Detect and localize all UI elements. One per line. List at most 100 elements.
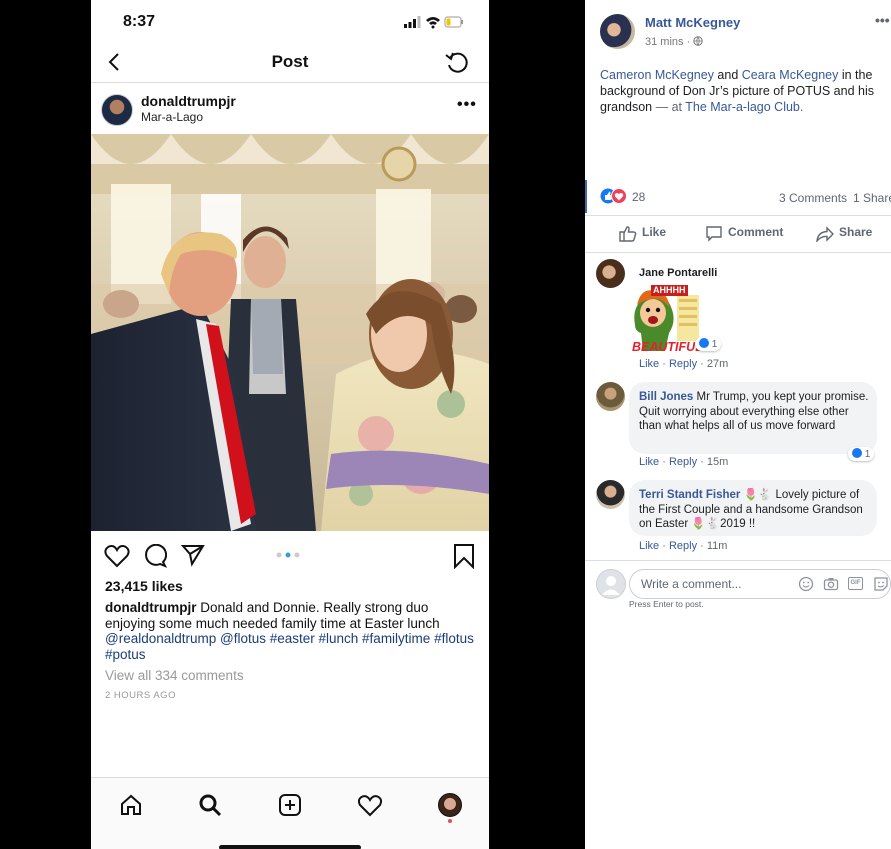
share-arrow-icon[interactable]: [816, 226, 834, 242]
focus-bar: [585, 180, 587, 213]
post-actions: [91, 531, 489, 577]
comment-time: 11m: [706, 540, 728, 552]
comment-reply-link[interactable]: Reply: [669, 358, 697, 370]
send-icon[interactable]: [181, 543, 205, 567]
refresh-icon[interactable]: [443, 49, 471, 77]
profile-avatar[interactable]: [438, 793, 462, 817]
status-bar: 8:37: [91, 0, 489, 44]
comment-reaction-pill[interactable]: 1: [848, 447, 875, 461]
instagram-screen: 8:37 Post donaldtrumpjr Mar-a-Lago ••• 2…: [91, 0, 489, 849]
comment-like-link[interactable]: Like: [639, 358, 659, 370]
view-all-comments-link[interactable]: View all 334 comments: [105, 668, 244, 683]
avatar: [596, 569, 626, 599]
comment-input[interactable]: Write a comment... GIF: [629, 569, 891, 599]
status-icons: [404, 16, 463, 29]
comment-meta: Like · Reply · 11m: [639, 540, 728, 552]
share-count[interactable]: 1 Share: [853, 191, 891, 205]
home-icon[interactable]: [119, 793, 143, 817]
comment-placeholder: Write a comment...: [641, 577, 742, 591]
post-text-at: — at: [652, 100, 686, 114]
default-user-icon: [602, 576, 620, 595]
post-author[interactable]: Matt McKegney: [645, 15, 740, 30]
caption-username[interactable]: donaldtrumpjr: [105, 600, 197, 615]
post-timestamp: 2 HOURS AGO: [105, 690, 176, 701]
comment-body: Bill Jones Mr Trump, you kept your promi…: [639, 390, 871, 434]
carousel-dots: [276, 552, 300, 558]
facebook-post: Matt McKegney 31 mins · ••• Cameron McKe…: [585, 0, 891, 849]
page-title: Post: [271, 52, 309, 71]
tag-cameron[interactable]: Cameron McKegney: [600, 68, 714, 82]
like-reaction-icon: [699, 338, 709, 348]
caption-tags[interactable]: @realdonaldtrump @flotus #easter #lunch …: [105, 631, 474, 662]
search-icon[interactable]: [198, 793, 222, 817]
heart-icon[interactable]: [104, 544, 130, 568]
add-post-icon[interactable]: [278, 793, 302, 817]
activity-heart-icon[interactable]: [357, 794, 383, 818]
avatar[interactable]: [596, 480, 625, 509]
comment-body: Terri Standt Fisher 🌷🐇 Lovely picture of…: [639, 488, 871, 532]
notification-dot: [448, 819, 452, 823]
commenter-name[interactable]: Terri Standt Fisher: [639, 489, 740, 501]
comment-bubble-icon[interactable]: [143, 544, 167, 568]
reaction-summary[interactable]: 28 3 Comments 1 Share: [600, 187, 891, 207]
post-action-bar: Like Comment Share: [585, 215, 891, 253]
comment-like-link[interactable]: Like: [639, 456, 659, 468]
comment-reply-link[interactable]: Reply: [669, 456, 697, 468]
post-username[interactable]: donaldtrumpjr: [141, 93, 236, 109]
comment-icon[interactable]: [706, 226, 722, 242]
share-button[interactable]: Share: [839, 225, 872, 239]
bookmark-icon[interactable]: [453, 543, 475, 569]
comment-meta: Like · Reply · 15m: [639, 456, 729, 468]
like-button[interactable]: Like: [642, 225, 666, 239]
post-photo[interactable]: [91, 134, 489, 531]
tag-ceara[interactable]: Ceara McKegney: [742, 68, 839, 82]
comment-like-link[interactable]: Like: [639, 540, 659, 552]
home-indicator: [219, 845, 361, 849]
reaction-count: 28: [632, 190, 646, 204]
place-link[interactable]: The Mar-a-lago Club: [685, 100, 800, 114]
post-header: donaldtrumpjr Mar-a-Lago •••: [91, 84, 489, 134]
post-text: Cameron McKegney and Ceara McKegney in t…: [600, 67, 890, 115]
emoji-icon[interactable]: [798, 576, 814, 592]
sticker-top-text: AHHHH: [651, 285, 688, 296]
comment-count[interactable]: 3 Comments: [779, 191, 847, 205]
comment-reply-link[interactable]: Reply: [669, 540, 697, 552]
sticker-icon[interactable]: [873, 576, 889, 592]
camera-icon[interactable]: [823, 576, 839, 592]
avatar[interactable]: [596, 259, 625, 288]
like-reaction-icon: [852, 448, 862, 458]
comment-meta: Like · Reply · 27m: [639, 358, 729, 370]
post-location[interactable]: Mar-a-Lago: [141, 110, 203, 124]
more-dots-icon[interactable]: •••: [457, 96, 477, 114]
tulip-emoji: 🌷🐇: [691, 518, 721, 530]
post-time: 31 mins ·: [645, 36, 703, 48]
post-text-and: and: [713, 68, 742, 82]
divider: [585, 560, 891, 561]
avatar[interactable]: [600, 14, 635, 49]
post-caption: donaldtrumpjr Donald and Donnie. Really …: [105, 600, 477, 662]
like-love-reaction-icons: [600, 188, 627, 204]
avatar[interactable]: [596, 382, 625, 411]
status-time: 8:37: [123, 13, 156, 30]
comment-reaction-count: 1: [711, 339, 718, 350]
bottom-tab-bar: [91, 777, 489, 849]
gif-icon[interactable]: GIF: [848, 577, 863, 590]
post-text-end: .: [799, 100, 804, 114]
comment-text-end: 2019 !!: [720, 518, 756, 530]
globe-icon: [693, 36, 703, 46]
post-time-text: 31 mins ·: [645, 36, 694, 48]
comment-time: 15m: [706, 456, 729, 468]
comment-button[interactable]: Comment: [728, 225, 783, 239]
like-count[interactable]: 23,415 likes: [105, 578, 183, 594]
commenter-name[interactable]: Bill Jones: [639, 391, 693, 403]
press-enter-hint: Press Enter to post.: [629, 599, 704, 609]
comment-reaction-count: 1: [864, 449, 871, 460]
commenter-name[interactable]: Jane Pontarelli: [639, 266, 717, 281]
more-dots-icon[interactable]: •••: [875, 12, 890, 28]
tulip-emoji: 🌷🐇: [743, 489, 773, 501]
thumbs-up-icon[interactable]: [619, 225, 637, 242]
avatar[interactable]: [101, 94, 133, 126]
comment-reaction-pill[interactable]: 1: [695, 337, 722, 351]
post-nav-bar: Post: [91, 44, 489, 83]
comment-time: 27m: [706, 358, 729, 370]
